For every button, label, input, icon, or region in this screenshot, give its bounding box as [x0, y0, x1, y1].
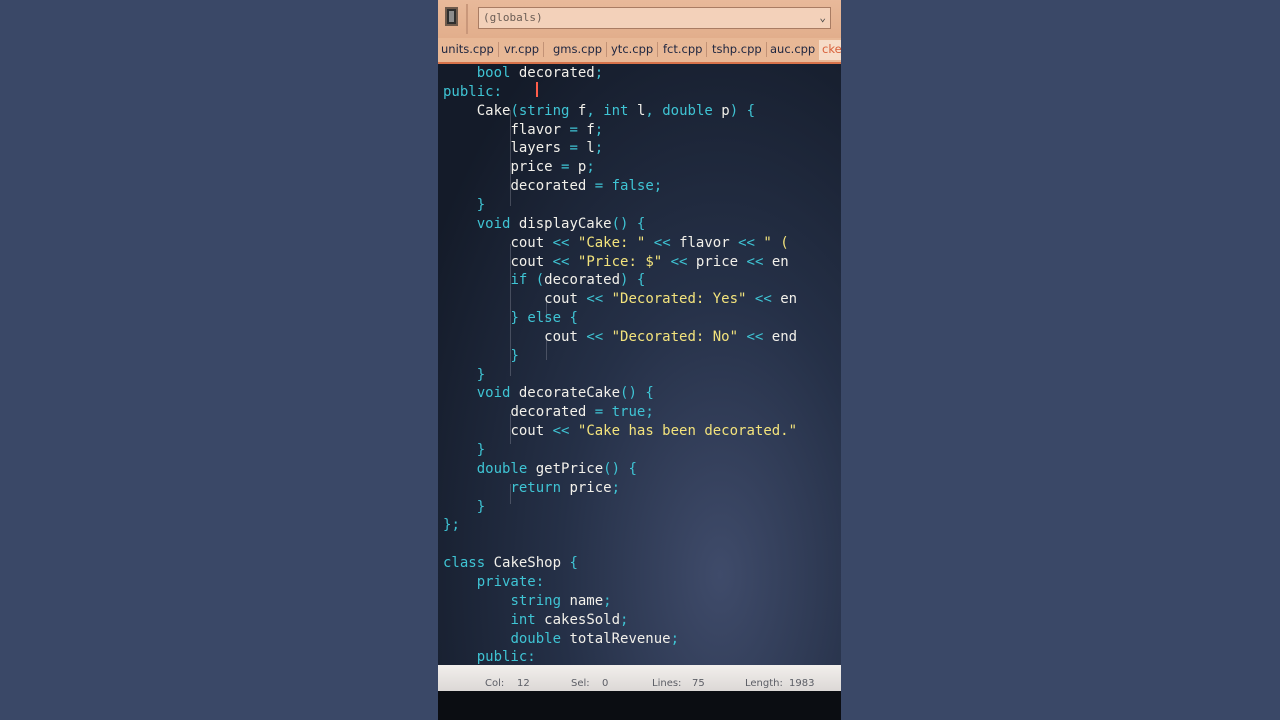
- tab-gms[interactable]: gms.cpp: [553, 40, 608, 60]
- background-left: [0, 0, 438, 720]
- code-line: decorated = false;: [510, 178, 663, 195]
- code-line: cout << "Cake: " << flavor << " (: [510, 234, 789, 251]
- screen-bezel: [438, 691, 841, 720]
- code-line: return price;: [510, 479, 621, 496]
- code-line: layers = l;: [510, 140, 604, 157]
- code-line: class CakeShop {: [443, 555, 578, 572]
- code-line: } else {: [510, 310, 578, 327]
- tab-tshp[interactable]: tshp.cpp: [712, 40, 767, 60]
- code-line: bool decorated;: [476, 65, 604, 81]
- code-line: public:: [443, 83, 503, 100]
- code-line: flavor = f;: [510, 121, 604, 138]
- status-bar: Col: 12 Sel: 0 Lines: 75 Length: 1983: [438, 665, 841, 691]
- code-line: cout << "Decorated: No" << end: [544, 328, 798, 345]
- chevron-down-icon[interactable]: ⌄: [819, 8, 826, 28]
- file-tabs: units.cpp vr.cpp gms.cpp ytc.cpp fct.cpp…: [438, 38, 841, 65]
- code-line: if (decorated) {: [510, 272, 646, 289]
- text-caret: [536, 82, 538, 97]
- code-line: decorated = true;: [510, 404, 654, 421]
- code-line: cout << "Price: $" << price << en: [510, 253, 789, 270]
- code-line: int cakesSold;: [510, 611, 629, 628]
- tab-vr[interactable]: vr.cpp: [504, 40, 545, 60]
- code-editor[interactable]: bool decorated; public: Cake(string f, in…: [438, 64, 841, 665]
- code-line: void decorateCake() {: [476, 385, 654, 402]
- code-line: }: [510, 347, 519, 364]
- code-line: cout << "Cake has been decorated.": [510, 423, 798, 440]
- tab-ytc[interactable]: ytc.cpp: [611, 40, 659, 60]
- lines-label: Lines:: [652, 678, 682, 689]
- background-right: [841, 0, 1280, 720]
- code-line: public:: [476, 649, 536, 665]
- length-label: Length:: [745, 678, 783, 689]
- code-line: }: [476, 498, 486, 515]
- sel-label: Sel:: [571, 678, 590, 689]
- editor-window: (globals) ⌄ units.cpp vr.cpp gms.cpp ytc…: [438, 0, 841, 720]
- code-line: cout << "Decorated: Yes" << en: [544, 291, 798, 308]
- code-line: Cake(string f, int l, double p) {: [476, 102, 756, 119]
- tab-fct[interactable]: fct.cpp: [663, 40, 709, 60]
- tab-cke[interactable]: cke: [819, 40, 841, 60]
- code-line: private:: [476, 573, 545, 590]
- length-value: 1983: [789, 678, 815, 689]
- code-line: };: [443, 517, 460, 534]
- tab-auc[interactable]: auc.cpp: [770, 40, 821, 60]
- col-label: Col:: [485, 678, 505, 689]
- code-line: }: [476, 196, 486, 213]
- lines-value: 75: [692, 678, 705, 689]
- scope-combo[interactable]: (globals) ⌄: [478, 7, 831, 29]
- code-line: }: [476, 366, 486, 383]
- file-icon[interactable]: [445, 7, 458, 26]
- toolbar: (globals) ⌄: [438, 0, 841, 39]
- tab-units[interactable]: units.cpp: [441, 40, 499, 60]
- col-value: 12: [517, 678, 530, 689]
- code-line: double getPrice() {: [476, 460, 637, 477]
- toolbar-separator: [466, 4, 468, 34]
- scope-combo-value: (globals): [483, 11, 543, 24]
- code-line: void displayCake() {: [476, 215, 646, 232]
- code-line: }: [476, 442, 486, 458]
- code-line: double totalRevenue;: [510, 630, 680, 647]
- sel-value: 0: [602, 678, 609, 689]
- code-line: price = p;: [510, 159, 595, 176]
- code-line: string name;: [510, 592, 612, 609]
